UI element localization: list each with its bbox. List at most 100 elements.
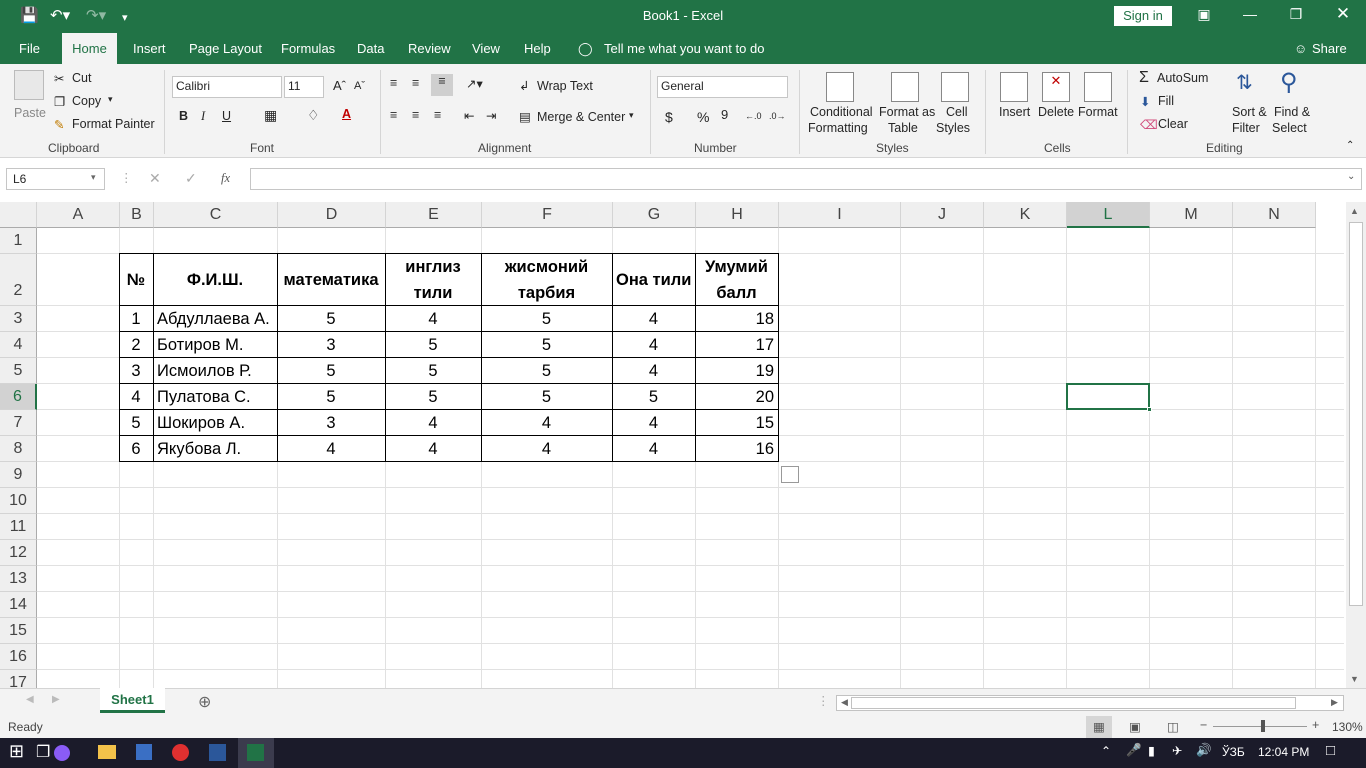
column-header[interactable]: B: [120, 202, 154, 228]
formula-input[interactable]: [250, 168, 1362, 190]
file-explorer-icon[interactable]: [98, 745, 116, 759]
scroll-up-icon[interactable]: ▲: [1350, 206, 1359, 216]
fill-icon[interactable]: ⬇: [1140, 94, 1150, 109]
quick-analysis-icon[interactable]: [781, 466, 799, 483]
tab-sheet1[interactable]: Sheet1: [100, 688, 165, 713]
cell[interactable]: 5: [120, 410, 152, 436]
percent-button[interactable]: %: [697, 109, 709, 125]
row-header[interactable]: 9: [0, 462, 37, 488]
tab-file[interactable]: File: [19, 41, 40, 56]
tab-home[interactable]: Home: [62, 33, 117, 64]
decrease-indent-icon[interactable]: ⇤: [464, 108, 474, 123]
battery-icon[interactable]: ▮: [1148, 743, 1155, 758]
enter-icon[interactable]: ✓: [185, 170, 197, 187]
cell[interactable]: 3: [120, 358, 152, 384]
delete-cells-icon[interactable]: ✕: [1042, 72, 1070, 102]
format-as-table-label-2[interactable]: Table: [888, 121, 918, 135]
scroll-down-icon[interactable]: ▼: [1350, 674, 1359, 684]
column-header[interactable]: K: [984, 202, 1067, 228]
increase-decimal-icon[interactable]: ←.0: [745, 111, 762, 121]
cell-styles-icon[interactable]: [941, 72, 969, 102]
autosum-icon[interactable]: Σ: [1139, 69, 1149, 87]
row-header[interactable]: 2: [0, 254, 37, 306]
cell[interactable]: 4: [613, 436, 694, 462]
cell[interactable]: 6: [120, 436, 152, 462]
volume-icon[interactable]: 🔊: [1196, 743, 1212, 758]
font-size-select[interactable]: 11: [284, 76, 324, 98]
row-header[interactable]: 17: [0, 670, 37, 688]
insert-function-button[interactable]: fx: [221, 171, 230, 186]
cell[interactable]: 4: [482, 410, 611, 436]
cell[interactable]: 5: [482, 306, 611, 332]
delete-cells-button[interactable]: Delete: [1038, 105, 1074, 119]
column-header[interactable]: J: [901, 202, 984, 228]
row-header[interactable]: 12: [0, 540, 37, 566]
worksheet-grid[interactable]: A B C D E F G H I J K L M N 1 2 3 4 5 6 7 8 9 10 11 12 13 14 15 16 17 №…: [0, 202, 1344, 688]
cell[interactable]: Якубова Л.: [154, 436, 276, 462]
column-header[interactable]: F: [482, 202, 613, 228]
cell-styles-label-2[interactable]: Styles: [936, 121, 970, 135]
cell[interactable]: 16: [696, 436, 777, 462]
column-header[interactable]: D: [278, 202, 386, 228]
header-phys-ed-line1[interactable]: жисмоний: [482, 254, 611, 280]
increase-indent-icon[interactable]: ⇥: [486, 108, 496, 123]
header-english-line2[interactable]: тили: [386, 280, 480, 306]
cell[interactable]: 17: [696, 332, 777, 358]
find-select-label-2[interactable]: Select: [1272, 121, 1307, 135]
column-header[interactable]: M: [1150, 202, 1233, 228]
column-header[interactable]: H: [696, 202, 779, 228]
prev-sheet-icon[interactable]: ◀: [26, 694, 34, 705]
eraser-icon[interactable]: ⌫: [1140, 117, 1158, 132]
insert-cells-icon[interactable]: [1000, 72, 1028, 102]
format-as-table-icon[interactable]: [891, 72, 919, 102]
cell[interactable]: Ботиров М.: [154, 332, 276, 358]
cell[interactable]: 5: [386, 358, 480, 384]
paste-button[interactable]: Paste: [14, 106, 46, 120]
increase-font-icon[interactable]: Aˆ: [333, 78, 346, 93]
wrap-text-icon[interactable]: ↲: [519, 78, 529, 93]
row-header[interactable]: 10: [0, 488, 37, 514]
column-header[interactable]: G: [613, 202, 696, 228]
column-header[interactable]: C: [154, 202, 278, 228]
chevron-up-icon[interactable]: ⌃: [1101, 744, 1111, 758]
zoom-in-icon[interactable]: +: [1312, 718, 1319, 732]
row-header[interactable]: 11: [0, 514, 37, 540]
cell[interactable]: 4: [482, 436, 611, 462]
cell[interactable]: 4: [613, 332, 694, 358]
cell[interactable]: 5: [482, 384, 611, 410]
align-left-icon[interactable]: ≡: [390, 108, 397, 122]
row-header[interactable]: 3: [0, 306, 37, 332]
row-header[interactable]: 7: [0, 410, 37, 436]
scroll-thumb[interactable]: [1349, 222, 1363, 606]
cell[interactable]: 5: [386, 384, 480, 410]
font-color-icon[interactable]: A: [342, 107, 351, 121]
windows-start-icon[interactable]: ⊞: [9, 741, 24, 762]
conditional-formatting-label-1[interactable]: Conditional: [810, 105, 873, 119]
row-header[interactable]: 15: [0, 618, 37, 644]
row-header[interactable]: 6: [0, 384, 37, 410]
cell-styles-label-1[interactable]: Cell: [946, 105, 968, 119]
chevron-down-icon[interactable]: ▾: [629, 110, 634, 121]
collapse-ribbon-icon[interactable]: ⌃: [1346, 140, 1354, 151]
autosum-button[interactable]: AutoSum: [1157, 71, 1208, 85]
row-header[interactable]: 4: [0, 332, 37, 358]
selected-cell[interactable]: [1066, 383, 1150, 410]
fill-button[interactable]: Fill: [1158, 94, 1174, 108]
header-native[interactable]: Она тили: [613, 254, 694, 306]
sort-filter-label-2[interactable]: Filter: [1232, 121, 1260, 135]
tell-me-search[interactable]: Tell me what you want to do: [604, 41, 764, 56]
row-header[interactable]: 13: [0, 566, 37, 592]
row-header[interactable]: 8: [0, 436, 37, 462]
tab-page-layout[interactable]: Page Layout: [189, 41, 262, 56]
restore-icon[interactable]: ❐: [1286, 6, 1306, 23]
header-total-line1[interactable]: Умумий: [696, 254, 777, 280]
column-header[interactable]: A: [37, 202, 120, 228]
cell[interactable]: 5: [278, 306, 384, 332]
cell[interactable]: 4: [120, 384, 152, 410]
align-center-icon[interactable]: ≡: [412, 108, 419, 122]
merge-icon[interactable]: ▤: [519, 109, 531, 124]
italic-button[interactable]: I: [201, 109, 205, 124]
format-cells-icon[interactable]: [1084, 72, 1112, 102]
find-select-label-1[interactable]: Find &: [1274, 105, 1310, 119]
number-format-select[interactable]: General: [657, 76, 788, 98]
